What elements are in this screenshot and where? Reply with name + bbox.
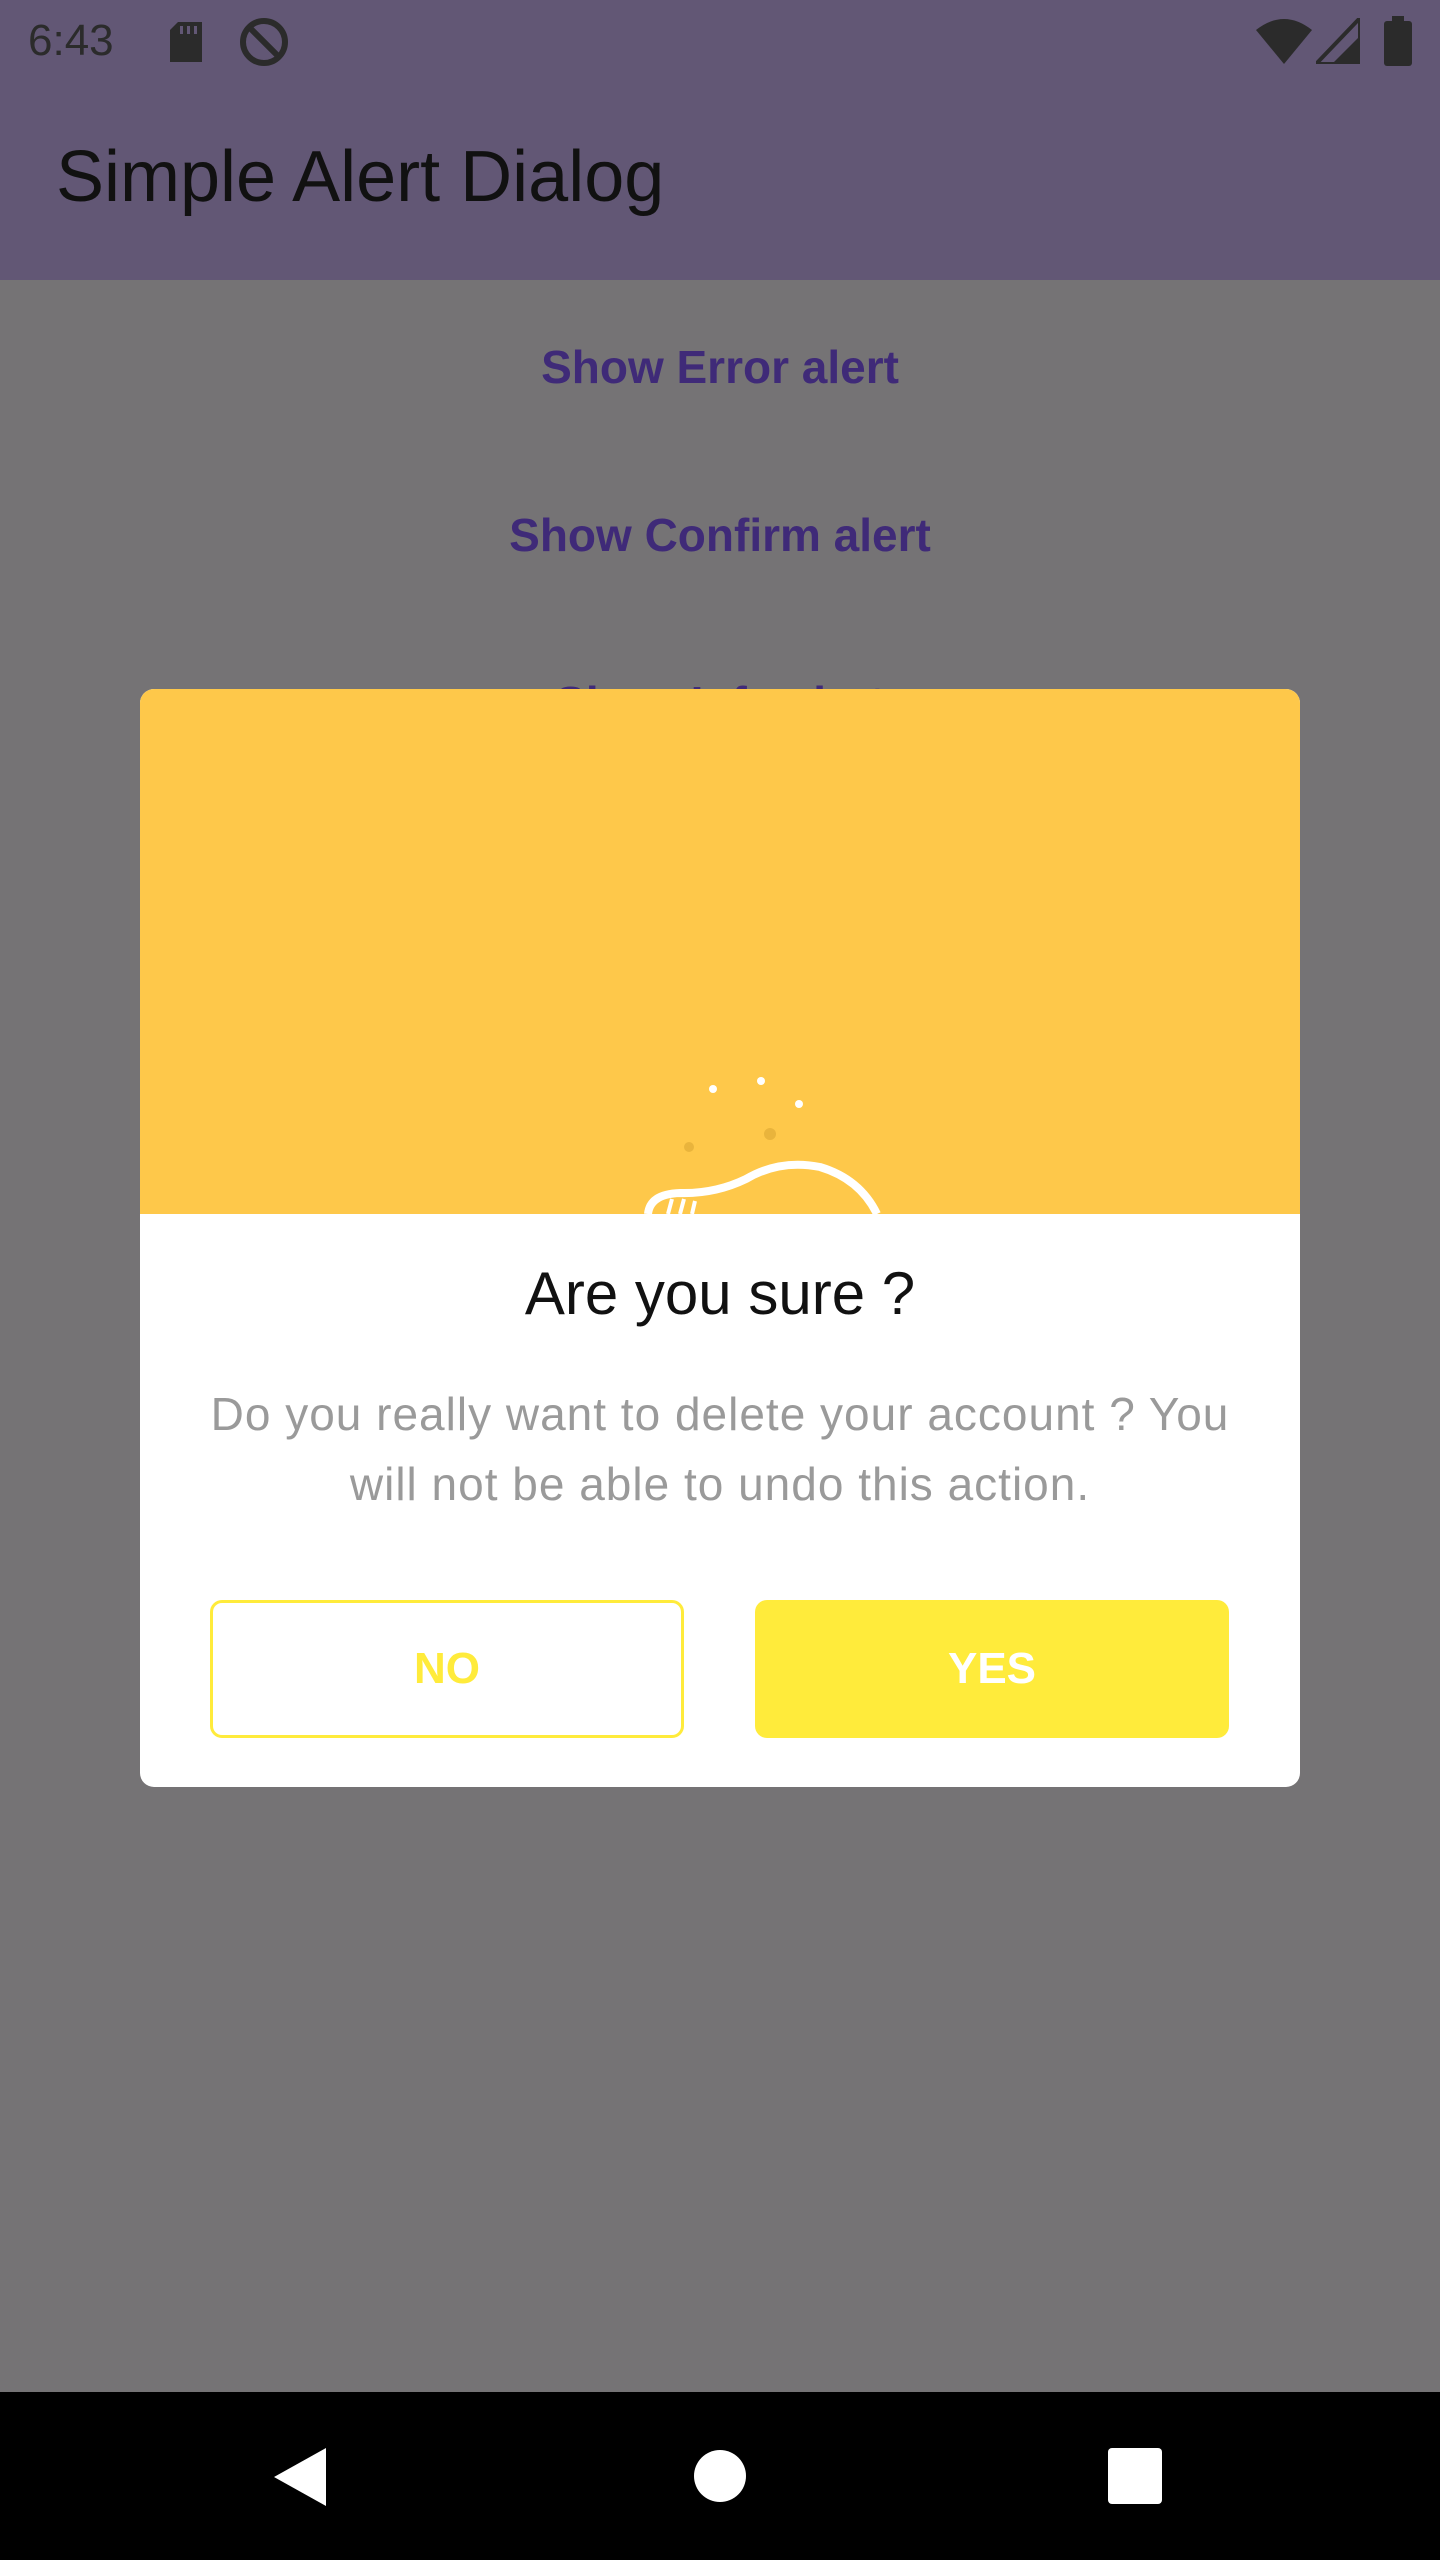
do-not-disturb-icon: [240, 18, 288, 66]
app-bar: Simple Alert Dialog: [0, 84, 1440, 280]
page-title: Simple Alert Dialog: [56, 137, 665, 217]
recents-icon[interactable]: [1108, 2448, 1162, 2504]
battery-icon: [1384, 16, 1412, 66]
yes-button[interactable]: YES: [755, 1600, 1229, 1738]
home-icon[interactable]: [694, 2450, 746, 2502]
no-button[interactable]: NO: [210, 1600, 684, 1738]
wifi-icon: [1256, 19, 1312, 64]
back-icon[interactable]: [272, 2446, 328, 2508]
confirm-illustration-icon: [644, 1077, 881, 1214]
navigation-bar: [0, 2392, 1440, 2560]
sd-card-icon: [170, 22, 202, 62]
cell-signal-icon: [1316, 18, 1360, 64]
confirm-dialog: Are you sure ? Do you really want to del…: [140, 689, 1300, 1787]
dialog-hero: [140, 689, 1300, 1214]
show-error-alert-button[interactable]: Show Error alert: [0, 340, 1440, 394]
dialog-title: Are you sure ?: [524, 1260, 916, 1327]
status-bar: 6:43: [0, 0, 1440, 84]
show-confirm-alert-button[interactable]: Show Confirm alert: [0, 508, 1440, 562]
status-time: 6:43: [28, 16, 114, 65]
dialog-message: Do you really want to delete your accoun…: [210, 1388, 1230, 1510]
